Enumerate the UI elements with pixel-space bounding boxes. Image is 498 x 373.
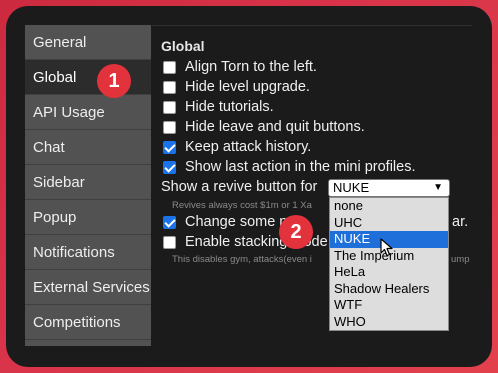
option-change-some[interactable]: Change some n [163, 213, 287, 231]
revive-selected-value: NUKE [333, 180, 370, 195]
option-label: Hide leave and quit buttons. [185, 119, 365, 135]
sidebar-item-competitions[interactable]: Competitions [25, 305, 151, 340]
sidebar-item-general[interactable]: General [25, 25, 151, 60]
dropdown-option-who[interactable]: WHO [330, 314, 448, 331]
option-align-left[interactable]: Align Torn to the left. [163, 58, 317, 76]
revive-note: Revives always cost $1m or 1 Xa [172, 200, 312, 211]
dropdown-option-uhc[interactable]: UHC [330, 215, 448, 232]
option-label: Keep attack history. [185, 139, 312, 155]
sidebar-item-chat[interactable]: Chat [25, 130, 151, 165]
checkbox[interactable] [163, 140, 176, 154]
chevron-down-icon: ▼ [433, 182, 443, 193]
option-hide-tutorials[interactable]: Hide tutorials. [163, 98, 274, 116]
annotation-badge-1: 1 [97, 64, 131, 98]
option-label: Hide level upgrade. [185, 79, 310, 95]
checkbox[interactable] [163, 120, 176, 134]
option-label: Hide tutorials. [185, 99, 274, 115]
section-title: Global [161, 38, 205, 54]
option-label-tail: ar. [452, 214, 469, 230]
option-label: Align Torn to the left. [185, 59, 317, 75]
stacking-note-tail: ump [451, 254, 470, 265]
dropdown-option-shadow-healers[interactable]: Shadow Healers [330, 281, 448, 298]
revive-dropdown-list: none UHC NUKE The Imperium HeLa Shadow H… [329, 197, 449, 331]
annotation-badge-2: 2 [279, 215, 313, 249]
sidebar-item-notifications[interactable]: Notifications [25, 235, 151, 270]
dropdown-option-hela[interactable]: HeLa [330, 264, 448, 281]
checkbox[interactable] [163, 160, 176, 174]
dropdown-option-none[interactable]: none [330, 198, 448, 215]
sidebar-item-external-services[interactable]: External Services [25, 270, 151, 305]
option-label: Change some n [185, 214, 288, 230]
stacking-note: This disables gym, attacks(even i [172, 254, 312, 265]
option-label: Show last action in the mini profiles. [185, 159, 416, 175]
sidebar-item-global[interactable]: Global [25, 60, 151, 95]
mouse-cursor-icon [380, 238, 393, 257]
option-hide-leave-quit[interactable]: Hide leave and quit buttons. [163, 118, 365, 136]
sidebar-item-sidebar[interactable]: Sidebar [25, 165, 151, 200]
dropdown-option-wtf[interactable]: WTF [330, 297, 448, 314]
revive-label: Show a revive button for [161, 179, 318, 195]
option-keep-attack-history[interactable]: Keep attack history. [163, 138, 311, 156]
option-show-last-action[interactable]: Show last action in the mini profiles. [163, 158, 416, 176]
sidebar-item-api-usage[interactable]: API Usage [25, 95, 151, 130]
revive-select[interactable]: NUKE ▼ [328, 179, 450, 197]
option-hide-level-upgrade[interactable]: Hide level upgrade. [163, 78, 310, 96]
sidebar-item-popup[interactable]: Popup [25, 200, 151, 235]
checkbox[interactable] [163, 60, 176, 74]
checkbox[interactable] [163, 100, 176, 114]
checkbox[interactable] [163, 215, 176, 229]
checkbox[interactable] [163, 80, 176, 94]
settings-sidebar: General Global API Usage Chat Sidebar Po… [25, 25, 151, 346]
checkbox[interactable] [163, 235, 176, 249]
content-divider [152, 25, 472, 26]
